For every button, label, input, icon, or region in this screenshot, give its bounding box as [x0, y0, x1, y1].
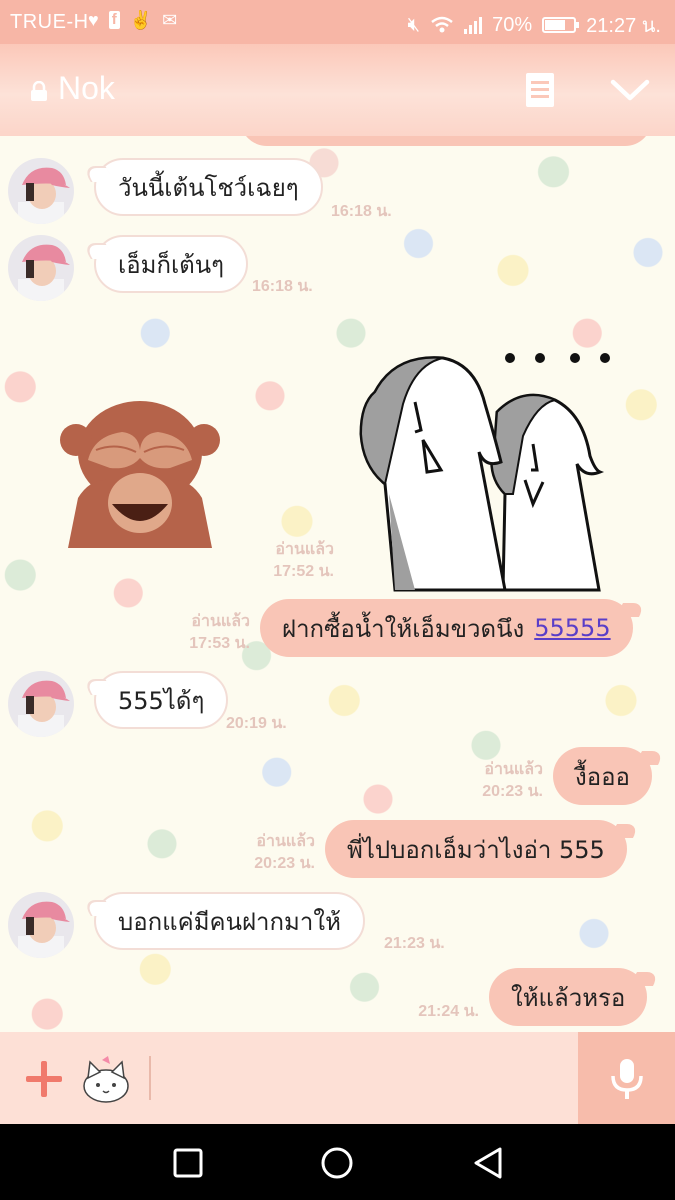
chat-header: Nok: [0, 44, 675, 136]
previous-message-fragment: [240, 136, 652, 146]
message-time: 16:18 น.: [252, 278, 313, 295]
message-text: งื้อออ: [575, 762, 630, 791]
read-receipt: อ่านแล้ว 17:52 น.: [273, 540, 334, 582]
victory-hand-icon: ✌: [129, 10, 153, 30]
message-bubble-incoming[interactable]: เอ็มก็เต้นๆ: [94, 235, 249, 293]
avatar[interactable]: [8, 671, 74, 737]
message-bubble-incoming[interactable]: บอกแค่มีคนฝากมาให้: [94, 892, 365, 950]
message-text: บอกแค่มีคนฝากมาให้: [118, 907, 341, 936]
read-label: อ่านแล้ว: [256, 833, 315, 850]
recent-apps-icon[interactable]: [173, 1148, 203, 1178]
message-text: ให้แล้วหรอ: [511, 983, 626, 1012]
read-label: อ่านแล้ว: [484, 761, 543, 778]
avatar[interactable]: [8, 892, 74, 958]
message-time: 21:23 น.: [384, 935, 445, 952]
battery-icon: [542, 17, 580, 33]
monkey-covering-eyes-sticker[interactable]: [60, 398, 220, 554]
facebook-icon: f: [108, 11, 120, 29]
status-right: 🔇︎ 70% 21:27 น.: [408, 9, 661, 41]
read-label: อ่านแล้ว: [275, 541, 334, 558]
two-girls-whispering-sticker[interactable]: [355, 344, 617, 594]
message-link[interactable]: 55555: [534, 614, 610, 642]
signal-icon: [464, 16, 483, 34]
message-bubble-incoming[interactable]: 555ได้ๆ: [94, 671, 229, 729]
lock-icon: [31, 81, 47, 101]
notes-icon[interactable]: [525, 72, 555, 108]
notification-icons: ♥ f ✌ ✉: [88, 10, 177, 31]
read-label: อ่านแล้ว: [191, 613, 250, 630]
message-bubble-outgoing[interactable]: งื้อออ: [553, 747, 652, 805]
wifi-icon: [431, 16, 453, 33]
message-time: 16:18 น.: [331, 203, 392, 220]
mail-icon: ✉: [162, 10, 178, 30]
message-time: 20:23 น.: [482, 783, 543, 800]
message-text: ฝากซื้อน้ำให้เอ็มขวดนึง: [282, 614, 525, 643]
chat-title: Nok: [58, 70, 115, 106]
message-bubble-outgoing[interactable]: ฝากซื้อน้ำให้เอ็มขวดนึง 55555: [260, 599, 633, 657]
message-time: 21:24 น.: [418, 1003, 479, 1020]
clock: 21:27 น.: [586, 15, 661, 37]
input-bar: [0, 1032, 675, 1124]
read-receipt: อ่านแล้ว 20:23 น.: [254, 832, 315, 874]
avatar[interactable]: [8, 235, 74, 301]
carrier-label: TRUE-H: [10, 11, 89, 33]
heart-pulse-icon: ♥: [88, 10, 99, 30]
microphone-icon: [611, 1059, 643, 1099]
avatar[interactable]: [8, 158, 74, 224]
message-text: วันนี้เต้นโชว์เฉยๆ: [118, 173, 299, 202]
message-text: เอ็มก็เต้นๆ: [118, 250, 225, 279]
chat-area[interactable]: วันนี้เต้นโชว์เฉยๆ 16:18 น. เอ็มก็เต้นๆ …: [0, 136, 675, 1032]
message-time: 20:19 น.: [226, 715, 287, 732]
chevron-down-icon[interactable]: [608, 74, 652, 106]
message-text: พี่ไปบอกเอ็มว่าไงอ่า 555: [347, 835, 605, 864]
message-bubble-outgoing[interactable]: ให้แล้วหรอ: [489, 968, 648, 1026]
plus-icon[interactable]: [24, 1059, 64, 1099]
home-icon[interactable]: [320, 1146, 354, 1180]
message-time: 17:52 น.: [273, 563, 334, 580]
message-bubble-incoming[interactable]: วันนี้เต้นโชว์เฉยๆ: [94, 158, 323, 216]
input-divider: [149, 1056, 151, 1100]
microphone-button[interactable]: [578, 1032, 675, 1124]
status-bar: TRUE-H ♥ f ✌ ✉ 🔇︎ 70% 21:27 น.: [0, 0, 675, 44]
read-receipt: อ่านแล้ว 17:53 น.: [189, 612, 250, 654]
message-time: 20:23 น.: [254, 855, 315, 872]
mute-icon: 🔇︎: [407, 13, 421, 36]
back-icon[interactable]: [472, 1146, 504, 1180]
read-receipt: อ่านแล้ว 20:23 น.: [482, 760, 543, 802]
message-bubble-outgoing[interactable]: พี่ไปบอกเอ็มว่าไงอ่า 555: [325, 820, 627, 878]
system-nav-bar: [0, 1124, 675, 1200]
battery-percent: 70%: [492, 13, 533, 36]
sticker-cat-icon[interactable]: [80, 1054, 132, 1104]
message-time: 17:53 น.: [189, 635, 250, 652]
message-text: 555ได้ๆ: [118, 686, 205, 715]
